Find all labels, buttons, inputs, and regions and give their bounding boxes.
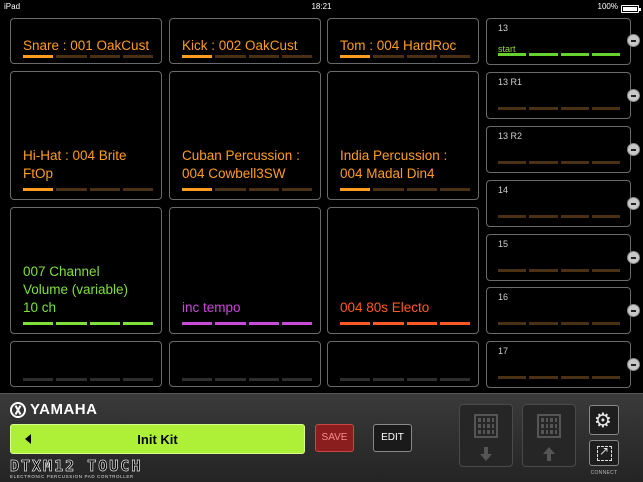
slot-remove-minus-icon[interactable] — [627, 197, 640, 210]
pad-4[interactable]: Hi-Hat : 004 Brite FtOp — [10, 71, 162, 200]
pad-8[interactable]: inc tempo — [169, 207, 321, 334]
slot-label: 13 — [498, 23, 509, 33]
pad-label: Snare : 001 OakCust — [23, 38, 150, 53]
slot-label: 13 R1 — [498, 77, 523, 87]
pad-grid-icon — [474, 414, 498, 438]
slot-level-bars — [498, 269, 620, 272]
slot-remove-minus-icon[interactable] — [627, 251, 640, 264]
slot-label: 13 R2 — [498, 131, 523, 141]
pad-label: India Percussion : 004 Madal Din4 — [340, 148, 448, 181]
slot-level-bars — [498, 322, 620, 325]
pad-level-bars — [340, 188, 470, 191]
pad-level-bars — [182, 322, 312, 325]
pad-level-bars — [182, 55, 312, 58]
pad-level-bars — [23, 55, 153, 58]
connect-button[interactable] — [589, 440, 619, 466]
slot-level-bars — [498, 161, 620, 164]
status-bar: iPad 18:21 100% — [0, 0, 643, 14]
pad-label: 004 80s Electo — [340, 300, 430, 315]
slot-remove-minus-icon[interactable] — [627, 89, 640, 102]
product-logo: DTXM12 TOUCH ELECTRONIC PERCUSSION PAD C… — [10, 457, 142, 479]
product-tagline: ELECTRONIC PERCUSSION PAD CONTROLLER — [10, 474, 134, 479]
pad-label: Cuban Percussion : 004 Cowbell3SW — [182, 148, 300, 181]
edit-button[interactable]: EDIT — [373, 424, 412, 452]
side-slot-13-r1[interactable]: 13 R1 — [486, 72, 631, 119]
pad-9[interactable]: 004 80s Electo — [327, 207, 479, 334]
load-down-button[interactable] — [459, 404, 513, 467]
slot-level-bars — [498, 53, 620, 56]
pad-level-bars — [23, 188, 153, 191]
pad-grid-icon — [537, 414, 561, 438]
save-button[interactable]: SAVE — [315, 424, 354, 452]
expand-icon — [597, 444, 612, 461]
pad-label: Tom : 004 HardRoc — [340, 38, 457, 53]
pad-3[interactable]: Tom : 004 HardRoc — [327, 18, 479, 64]
pad-level-bars — [23, 322, 153, 325]
pad-level-bars — [182, 378, 312, 381]
side-slot-14[interactable]: 14 — [486, 180, 631, 227]
pad-label: Hi-Hat : 004 Brite FtOp — [23, 148, 127, 181]
slot-label: 15 — [498, 239, 509, 249]
battery-icon — [621, 4, 641, 13]
product-name: DTXM12 TOUCH — [10, 457, 143, 476]
pad-level-bars — [23, 378, 153, 381]
arrow-up-icon — [543, 447, 555, 461]
slot-remove-minus-icon[interactable] — [627, 358, 640, 371]
slot-label: 14 — [498, 185, 509, 195]
pad-level-bars — [340, 322, 470, 325]
pad-label: 007 Channel Volume (variable) 10 ch — [23, 264, 129, 315]
clock: 18:21 — [311, 2, 332, 11]
brand-name: YAMAHA — [30, 401, 98, 418]
side-slot-17[interactable]: 17 — [486, 341, 631, 388]
pad-12[interactable] — [327, 341, 479, 387]
yamaha-logo: YAMAHA — [10, 401, 97, 418]
slot-level-bars — [498, 107, 620, 110]
pad-11[interactable] — [169, 341, 321, 387]
side-slot-13[interactable]: 13 start — [486, 18, 631, 65]
pad-2[interactable]: Kick : 002 OakCust — [169, 18, 321, 64]
connect-label: CONNECT — [590, 470, 618, 476]
gear-icon: ⚙ — [594, 408, 612, 432]
pad-label: Kick : 002 OakCust — [182, 38, 298, 53]
slot-remove-minus-icon[interactable] — [627, 304, 640, 317]
pad-1[interactable]: Snare : 001 OakCust — [10, 18, 162, 64]
side-slot-16[interactable]: 16 — [486, 287, 631, 334]
pad-5[interactable]: Cuban Percussion : 004 Cowbell3SW — [169, 71, 321, 200]
pad-7[interactable]: 007 Channel Volume (variable) 10 ch — [10, 207, 162, 334]
pad-level-bars — [340, 55, 470, 58]
pad-10[interactable] — [10, 341, 162, 387]
kit-name: Init Kit — [137, 432, 178, 447]
battery-percent: 100% — [597, 2, 618, 11]
slot-level-bars — [498, 215, 620, 218]
pad-6[interactable]: India Percussion : 004 Madal Din4 — [327, 71, 479, 200]
battery-status: 100% — [597, 2, 641, 13]
side-slot-15[interactable]: 15 — [486, 234, 631, 281]
slot-label: 17 — [498, 346, 509, 356]
settings-button[interactable]: ⚙ — [589, 405, 619, 435]
kit-select-button[interactable]: Init Kit — [10, 424, 305, 454]
arrow-down-icon — [480, 447, 492, 461]
slot-remove-minus-icon[interactable] — [627, 34, 640, 47]
slot-level-bars — [498, 376, 620, 379]
pad-level-bars — [340, 378, 470, 381]
slot-remove-minus-icon[interactable] — [627, 143, 640, 156]
load-up-button[interactable] — [522, 404, 576, 467]
slot-label: 16 — [498, 292, 509, 302]
pad-label: inc tempo — [182, 300, 241, 315]
side-slot-13-r2[interactable]: 13 R2 — [486, 126, 631, 173]
pad-level-bars — [182, 188, 312, 191]
tuning-fork-logo-icon — [10, 401, 26, 418]
